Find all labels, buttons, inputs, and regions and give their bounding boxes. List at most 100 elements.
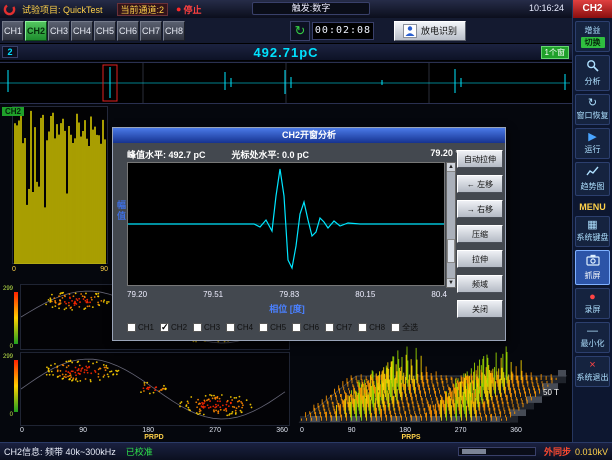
stretch-button[interactable]: 拉伸 [457,250,503,268]
scroll-thumb[interactable] [447,239,455,263]
colorbar [14,360,18,412]
axis-tick: 360 [510,427,522,434]
prps-3d-plot [294,330,572,431]
axis-tick: 0 [12,266,16,273]
auto-stretch-button[interactable]: 自动拉伸 [457,150,503,168]
calibrated-badge: 已校准 [126,445,153,458]
timer-reset-button[interactable]: ↻ [290,21,310,41]
frequency-domain-button[interactable]: 频域 [457,275,503,293]
system-exit-label: 系统退出 [577,372,609,383]
camera-icon [586,254,600,269]
analyze-button[interactable]: 分析 [575,55,610,91]
checkbox-box[interactable] [160,323,169,332]
move-right-button[interactable]: → 右移 [457,200,503,218]
record-icon: ● [589,292,596,303]
tab-ch3[interactable]: CH3 [48,21,70,41]
axis-tick: 90 [100,266,108,273]
gain-label: 增益 [585,25,601,36]
checkbox-select-all[interactable]: 全选 [391,322,418,333]
checkbox-ch6[interactable]: CH6 [292,323,319,332]
channel-badge: CH2 [573,0,612,18]
prps-x-axis: 0 90 180 270 360 [300,427,522,434]
menu-label: MENU [573,202,612,212]
trend-chart-label: 趋势图 [581,181,605,192]
system-keyboard-label: 系统键盘 [577,232,609,243]
channel-label-ch2: CH2 [2,107,24,116]
reading-bar: 2 492.71pC 1个窗 [0,44,572,61]
cursor-level-readout: 光标处水平: 0.0 pC [232,148,310,161]
checkbox-ch8[interactable]: CH8 [358,323,385,332]
checkbox-box[interactable] [226,323,235,332]
colorbar-min-label: 0 [0,344,13,350]
checkbox-box[interactable] [259,323,268,332]
checkbox-box[interactable] [325,323,334,332]
window-restore-label: 窗口恢复 [577,110,609,121]
tab-ch1[interactable]: CH1 [2,21,24,41]
screen-capture-button[interactable]: 抓屏 [575,250,610,285]
stop-dot-icon: ● [176,5,181,14]
trigger-display[interactable]: 触发:数字 [252,2,370,15]
axis-tick: 90 [348,427,356,434]
exit-icon: × [589,360,595,371]
checkbox-ch3[interactable]: CH3 [193,323,220,332]
dialog-button-column: 自动拉伸 ← 左移 → 右移 压缩 拉伸 频域 关闭 [457,150,503,318]
project-label: 试验项目: QuickTest [22,3,103,16]
close-button[interactable]: 关闭 [457,300,503,318]
colorbar-max-label: 299 [0,354,13,360]
tab-ch6[interactable]: CH6 [117,21,139,41]
scroll-up-arrow[interactable]: ▲ [447,163,455,172]
dialog-titlebar[interactable]: CH2开窗分析 [113,128,505,143]
checkbox-box[interactable] [391,323,400,332]
keyboard-icon: ▦ [587,220,597,231]
pulse-zoom-waveform [128,163,444,285]
checkbox-box[interactable] [127,323,136,332]
axis-tick: 90 [79,427,87,434]
tab-ch7[interactable]: CH7 [140,21,162,41]
system-exit-button[interactable]: × 系统退出 [575,356,610,387]
channel-tab-bar: CH1 CH2 CH3 CH4 CH5 CH6 CH7 CH8 ↻ 00:02:… [0,18,572,44]
pulse-strip[interactable] [0,62,572,104]
checkbox-box[interactable] [358,323,367,332]
screen-capture-label: 抓屏 [585,270,601,281]
slider-thumb[interactable] [462,449,486,454]
checkbox-ch7[interactable]: CH7 [325,323,352,332]
screen-record-button[interactable]: ● 录屏 [575,288,610,319]
tab-ch4[interactable]: CH4 [71,21,93,41]
dialog-title: CH2开窗分析 [282,130,336,140]
axis-tick: 79.51 [203,290,223,299]
run-icon: ▶ [588,132,596,143]
sync-level-slider[interactable] [458,447,536,456]
system-keyboard-button[interactable]: ▦ 系统键盘 [575,216,610,247]
cursor-phase-readout: 79.20 ° [430,148,459,161]
pulse-zoom-plot[interactable] [127,162,445,286]
scroll-down-arrow[interactable]: ▼ [447,278,455,287]
checkbox-ch4[interactable]: CH4 [226,323,253,332]
minimize-label: 最小化 [581,338,605,349]
window-count-badge: 1个窗 [541,46,569,59]
pulse-waveform [0,63,570,103]
tab-ch2[interactable]: CH2 [25,21,47,41]
tab-ch8[interactable]: CH8 [163,21,185,41]
tab-ch5[interactable]: CH5 [94,21,116,41]
checkbox-box[interactable] [292,323,301,332]
gain-switch-label: 切换 [581,37,605,48]
run-button[interactable]: ▶ 运行 [575,128,610,159]
axis-tick: 0 [300,427,304,434]
discharge-recognition-button[interactable]: 放电识别 [394,21,466,41]
current-channel-label: 当前通道:2 [117,3,169,16]
peak-level-readout: 峰值水平: 492.7 pC [127,148,206,161]
checkbox-ch1[interactable]: CH1 [127,323,154,332]
vertical-scrollbar[interactable]: ▲ ▼ [446,162,456,288]
checkbox-ch2[interactable]: CH2 [160,323,187,332]
minimize-button[interactable]: — 最小化 [575,322,610,353]
checkbox-box[interactable] [193,323,202,332]
dialog-x-axis: 79.20 79.51 79.83 80.15 80.4 [127,290,447,299]
window-restore-button[interactable]: ↻ 窗口恢复 [575,94,610,125]
colorbar [14,292,18,344]
screen-record-label: 录屏 [585,304,601,315]
trend-chart-button[interactable]: 趋势图 [575,162,610,196]
checkbox-ch5[interactable]: CH5 [259,323,286,332]
compress-button[interactable]: 压缩 [457,225,503,243]
gain-toggle-button[interactable]: 增益 切换 [575,21,610,52]
move-left-button[interactable]: ← 左移 [457,175,503,193]
